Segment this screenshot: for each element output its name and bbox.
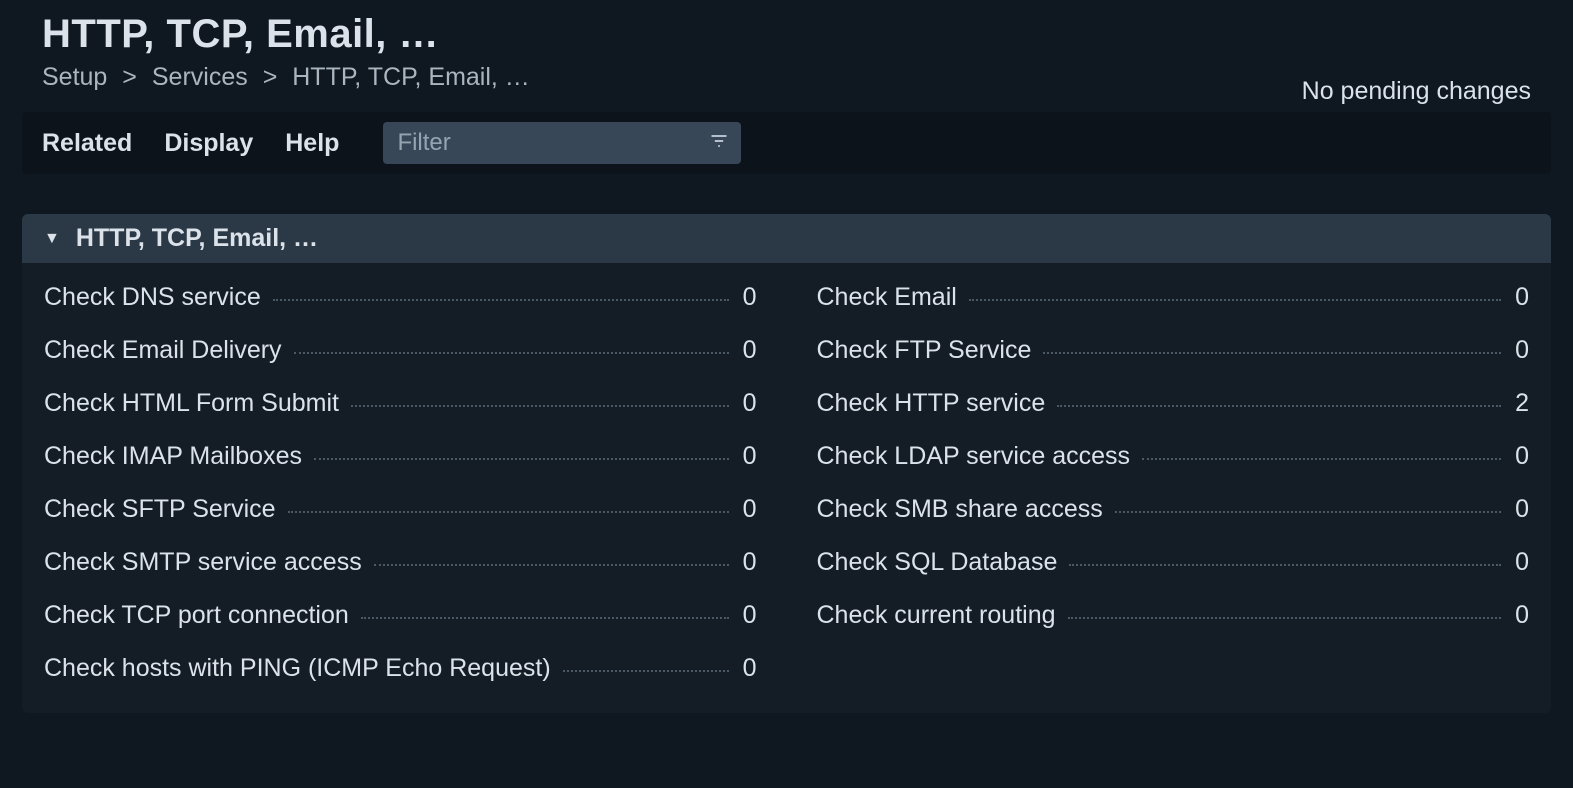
rule-row[interactable]: Check SMB share access 0 <box>817 495 1530 524</box>
leader-dots <box>351 405 729 407</box>
pending-changes-status[interactable]: No pending changes <box>1302 77 1531 112</box>
rule-count: 0 <box>735 495 757 524</box>
leader-dots <box>1115 511 1501 513</box>
leader-dots <box>563 670 729 672</box>
rule-label: Check hosts with PING (ICMP Echo Request… <box>44 654 557 683</box>
rule-row[interactable]: Check FTP Service 0 <box>817 336 1530 365</box>
section-items: Check DNS service0Check Email Delivery0C… <box>22 263 1551 683</box>
toolbar: Related Display Help <box>22 112 1551 174</box>
rule-label: Check SFTP Service <box>44 495 282 524</box>
rule-label: Check HTML Form Submit <box>44 389 345 418</box>
rule-count: 0 <box>735 336 757 365</box>
page-title: HTTP, TCP, Email, … <box>42 12 530 57</box>
leader-dots <box>1068 617 1501 619</box>
rule-count: 0 <box>1507 601 1529 630</box>
leader-dots <box>314 458 729 460</box>
leader-dots <box>361 617 729 619</box>
leader-dots <box>1142 458 1501 460</box>
rule-count: 0 <box>1507 283 1529 312</box>
rule-label: Check Email Delivery <box>44 336 288 365</box>
breadcrumb-item[interactable]: Setup <box>42 63 107 91</box>
menu-related[interactable]: Related <box>42 129 132 158</box>
rule-row[interactable]: Check SFTP Service 0 <box>44 495 757 524</box>
rule-row[interactable]: Check Email Delivery 0 <box>44 336 757 365</box>
rule-count: 0 <box>1507 442 1529 471</box>
filter-field[interactable] <box>383 122 741 164</box>
rule-row[interactable]: Check TCP port connection 0 <box>44 601 757 630</box>
menu-display[interactable]: Display <box>164 129 253 158</box>
leader-dots <box>1043 352 1501 354</box>
rule-row[interactable]: Check Email 0 <box>817 283 1530 312</box>
rule-label: Check LDAP service access <box>817 442 1137 471</box>
leader-dots <box>1069 564 1501 566</box>
rule-count: 2 <box>1507 389 1529 418</box>
leader-dots <box>288 511 729 513</box>
rule-label: Check SMTP service access <box>44 548 368 577</box>
rule-label: Check DNS service <box>44 283 267 312</box>
leader-dots <box>273 299 729 301</box>
rule-label: Check HTTP service <box>817 389 1052 418</box>
section-box: ▼ HTTP, TCP, Email, … Check DNS service 0… <box>22 214 1551 713</box>
leader-dots <box>374 564 729 566</box>
rule-count: 0 <box>735 654 757 683</box>
rule-row[interactable]: Check current routing 0 <box>817 601 1530 630</box>
rule-row[interactable]: Check HTTP service 2 <box>817 389 1530 418</box>
breadcrumb-item[interactable]: HTTP, TCP, Email, … <box>292 63 530 91</box>
rule-label: Check TCP port connection <box>44 601 355 630</box>
rule-count: 0 <box>735 283 757 312</box>
rule-label: Check SQL Database <box>817 548 1064 577</box>
breadcrumb: Setup > Services > HTTP, TCP, Email, … <box>42 63 530 92</box>
rule-label: Check FTP Service <box>817 336 1038 365</box>
section-header[interactable]: ▼ HTTP, TCP, Email, … <box>22 214 1551 263</box>
leader-dots <box>294 352 729 354</box>
rule-row[interactable]: Check IMAP Mailboxes 0 <box>44 442 757 471</box>
rule-count: 0 <box>1507 548 1529 577</box>
rule-count: 0 <box>735 442 757 471</box>
caret-down-icon: ▼ <box>44 230 60 248</box>
rule-label: Check IMAP Mailboxes <box>44 442 308 471</box>
rule-count: 0 <box>1507 495 1529 524</box>
rule-row[interactable]: Check DNS service 0 <box>44 283 757 312</box>
rule-row[interactable]: Check HTML Form Submit 0 <box>44 389 757 418</box>
rule-label: Check SMB share access <box>817 495 1109 524</box>
breadcrumb-sep: > <box>122 63 137 91</box>
rule-label: Check current routing <box>817 601 1062 630</box>
breadcrumb-item[interactable]: Services <box>152 63 248 91</box>
leader-dots <box>969 299 1501 301</box>
section-title: HTTP, TCP, Email, … <box>76 224 318 253</box>
rule-row[interactable]: Check hosts with PING (ICMP Echo Request… <box>44 654 757 683</box>
rule-row[interactable]: Check SMTP service access 0 <box>44 548 757 577</box>
rule-label: Check Email <box>817 283 963 312</box>
filter-icon <box>709 129 729 158</box>
menu-help[interactable]: Help <box>285 129 339 158</box>
rule-count: 0 <box>1507 336 1529 365</box>
breadcrumb-sep: > <box>263 63 278 91</box>
rule-row[interactable]: Check LDAP service access 0 <box>817 442 1530 471</box>
rule-count: 0 <box>735 548 757 577</box>
leader-dots <box>1057 405 1501 407</box>
rule-count: 0 <box>735 601 757 630</box>
rule-count: 0 <box>735 389 757 418</box>
rule-row[interactable]: Check SQL Database 0 <box>817 548 1530 577</box>
filter-input[interactable] <box>395 128 709 158</box>
